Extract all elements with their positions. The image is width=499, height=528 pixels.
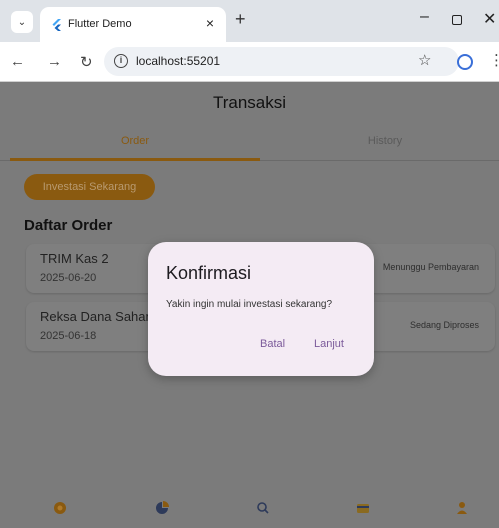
wallet-icon[interactable] [356, 501, 370, 515]
cancel-button[interactable]: Batal [260, 338, 285, 350]
order-name: TRIM Kas 2 [40, 251, 109, 266]
order-date: 2025-06-18 [40, 330, 97, 342]
order-status: Sedang Diproses [409, 320, 479, 330]
flutter-icon [52, 19, 61, 31]
browser-tab[interactable]: Flutter Demo × [40, 7, 226, 42]
maximize-icon[interactable] [452, 15, 462, 25]
browser-toolbar: ← → ↻ i localhost:55201 ☆ ⋮ [0, 42, 499, 82]
star-icon[interactable]: ☆ [418, 51, 431, 69]
bottom-nav [0, 483, 499, 528]
address-bar[interactable]: i localhost:55201 [104, 47, 459, 76]
close-icon[interactable]: ✕ [483, 9, 496, 29]
chevron-down-icon[interactable]: ⌄ [11, 11, 33, 33]
confirm-dialog: Konfirmasi Yakin ingin mulai investasi s… [148, 242, 374, 376]
new-tab-button[interactable]: + [235, 9, 246, 30]
forward-icon[interactable]: → [47, 53, 62, 70]
page-title: Transaksi [212, 93, 287, 112]
kebab-icon[interactable]: ⋮ [489, 51, 499, 69]
tab-title: Flutter Demo [68, 18, 132, 30]
order-name: Reksa Dana Saham [40, 309, 157, 324]
reload-icon[interactable]: ↻ [80, 53, 93, 71]
dialog-title: Konfirmasi [166, 263, 252, 283]
tab-order[interactable]: Order [10, 135, 260, 147]
url-text: localhost:55201 [136, 54, 221, 68]
info-icon[interactable]: i [114, 54, 128, 68]
close-tab-icon[interactable]: × [206, 15, 214, 31]
tab-bar: Order History [0, 125, 499, 161]
continue-button[interactable]: Lanjut [314, 338, 344, 350]
minimize-icon[interactable]: – [420, 8, 429, 26]
portfolio-icon[interactable] [155, 501, 169, 515]
dialog-message: Yakin ingin mulai investasi sekarang? [166, 299, 333, 310]
tab-indicator [10, 158, 260, 161]
invest-now-button[interactable]: Investasi Sekarang [24, 174, 155, 200]
back-icon[interactable]: ← [10, 53, 25, 70]
browser-tab-bar: ⌄ Flutter Demo × + – ✕ [0, 0, 499, 42]
profile-icon[interactable] [455, 501, 469, 515]
section-title: Daftar Order [24, 217, 113, 234]
profile-icon[interactable] [457, 54, 473, 70]
home-icon[interactable] [53, 501, 67, 515]
search-icon[interactable] [256, 501, 270, 515]
order-date: 2025-06-20 [40, 272, 97, 284]
order-status: Menunggu Pembayaran [382, 262, 479, 272]
tab-history[interactable]: History [260, 135, 499, 147]
